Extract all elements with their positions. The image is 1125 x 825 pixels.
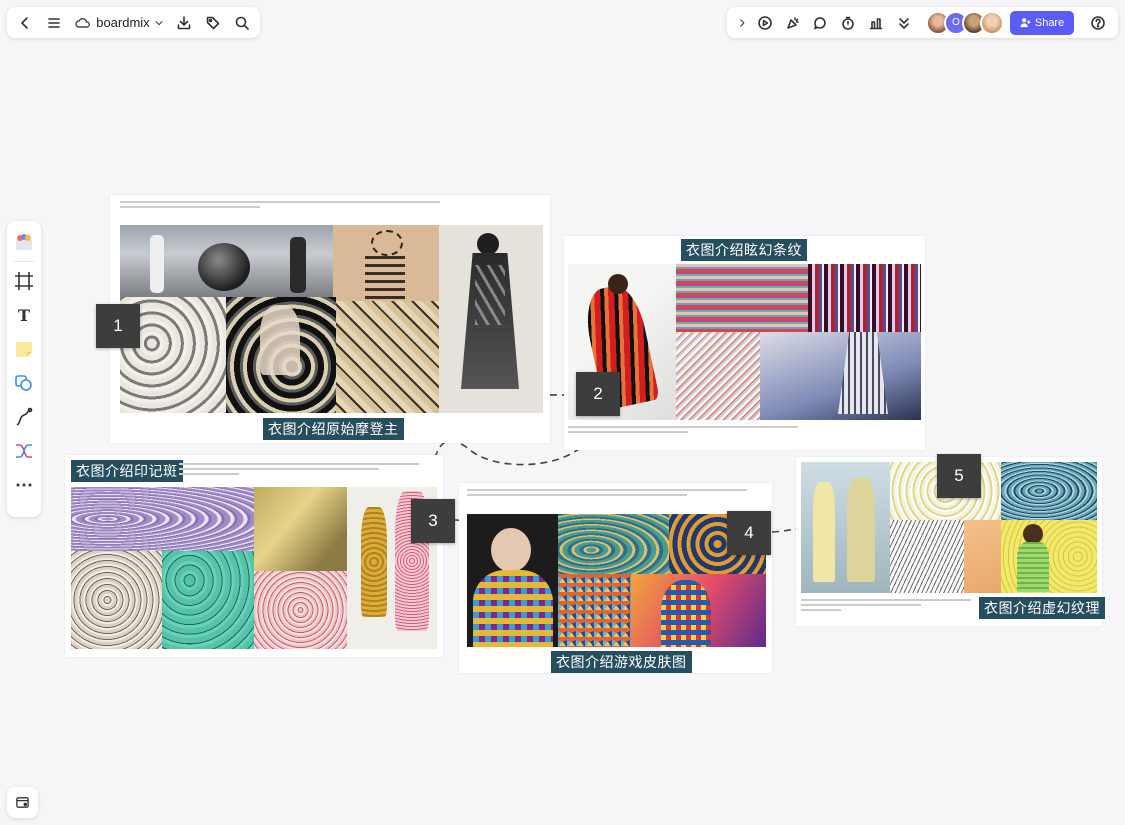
brand-name: boardmix <box>96 15 150 30</box>
frame-title: 衣图介绍游戏皮肤图 <box>551 651 692 673</box>
frame-note <box>120 199 450 213</box>
avatar-initial: O <box>951 17 960 28</box>
top-left-toolbar: boardmix <box>7 7 260 38</box>
image-tile <box>71 487 254 551</box>
image-tile <box>162 551 254 649</box>
image-tile <box>120 225 333 297</box>
frame-title: 衣图介绍印记斑 <box>71 460 183 482</box>
present-icon[interactable] <box>751 9 779 37</box>
text-icon[interactable]: T <box>10 301 38 329</box>
image-tile <box>254 487 347 571</box>
image-tile <box>676 332 760 420</box>
moodboard-frame-4[interactable]: 衣图介绍游戏皮肤图 <box>459 483 772 673</box>
step-marker-3[interactable]: 3 <box>411 499 455 543</box>
brand-menu[interactable]: boardmix <box>69 15 168 30</box>
frame-note <box>179 461 429 483</box>
frame-title: 衣图介绍原始摩登主 <box>263 418 404 440</box>
help-icon[interactable] <box>1084 9 1112 37</box>
image-tile <box>1001 462 1097 520</box>
tag-icon[interactable] <box>200 9 227 37</box>
frame-title: 衣图介绍虚幻纹理 <box>979 597 1105 619</box>
download-icon[interactable] <box>171 9 198 37</box>
image-tile <box>558 574 631 647</box>
image-tile <box>1001 520 1097 593</box>
celebrate-icon[interactable] <box>779 9 807 37</box>
collaborator-avatars: O <box>925 10 1004 35</box>
image-tile <box>964 520 1001 593</box>
image-tile <box>890 520 964 593</box>
moodboard-frame-1[interactable]: 衣图介绍原始摩登主 <box>110 195 550 443</box>
share-button[interactable]: Share <box>1009 10 1075 35</box>
frame-note <box>568 424 808 438</box>
add-user-icon <box>1020 18 1031 28</box>
frame-title: 衣图介绍眩幻条纹 <box>681 239 807 261</box>
expand-chevron-icon[interactable] <box>733 9 751 37</box>
image-tile <box>801 462 890 593</box>
comment-icon[interactable] <box>807 9 835 37</box>
step-marker-1[interactable]: 1 <box>96 304 140 348</box>
minimap-icon <box>16 797 29 808</box>
step-marker-2[interactable]: 2 <box>576 372 620 416</box>
step-marker-5[interactable]: 5 <box>937 454 981 498</box>
image-tile <box>226 297 336 413</box>
image-tile <box>336 301 439 413</box>
chevron-down-icon <box>155 20 163 25</box>
timer-icon[interactable] <box>834 9 862 37</box>
more-icon[interactable] <box>10 471 38 499</box>
image-tile <box>760 332 921 420</box>
image-tile <box>631 574 766 647</box>
image-tile <box>676 264 808 332</box>
image-tile <box>333 225 439 301</box>
toolbar-divider <box>14 261 34 262</box>
frame-icon[interactable] <box>10 267 38 295</box>
vote-icon[interactable] <box>862 9 890 37</box>
back-icon[interactable] <box>11 9 38 37</box>
image-tile <box>439 225 543 413</box>
image-tile <box>558 514 669 574</box>
share-label: Share <box>1034 16 1065 29</box>
connector-icon[interactable] <box>10 437 38 465</box>
minimap-button[interactable] <box>7 787 38 818</box>
image-tile <box>467 514 558 647</box>
cloud-icon <box>75 17 91 28</box>
moodboard-frame-2[interactable]: 衣图介绍眩幻条纹 <box>564 236 925 450</box>
hamburger-icon[interactable] <box>40 9 67 37</box>
frame-note <box>467 487 757 505</box>
sticky-note-icon[interactable] <box>10 335 38 363</box>
templates-icon[interactable] <box>10 228 38 256</box>
svg-text:T: T <box>18 306 30 325</box>
top-right-toolbar: O Share <box>727 7 1118 38</box>
image-tile <box>71 551 162 649</box>
more-tools-icon[interactable] <box>890 9 918 37</box>
frame-note <box>801 597 981 617</box>
pen-icon[interactable] <box>10 403 38 431</box>
image-tile <box>808 264 921 332</box>
search-icon[interactable] <box>229 9 256 37</box>
moodboard-frame-3[interactable]: 衣图介绍印记斑 <box>65 455 443 657</box>
left-toolbar: T <box>7 221 41 517</box>
shape-icon[interactable] <box>10 369 38 397</box>
image-tile <box>254 571 347 649</box>
avatar[interactable] <box>979 10 1004 35</box>
step-marker-4[interactable]: 4 <box>727 511 771 555</box>
